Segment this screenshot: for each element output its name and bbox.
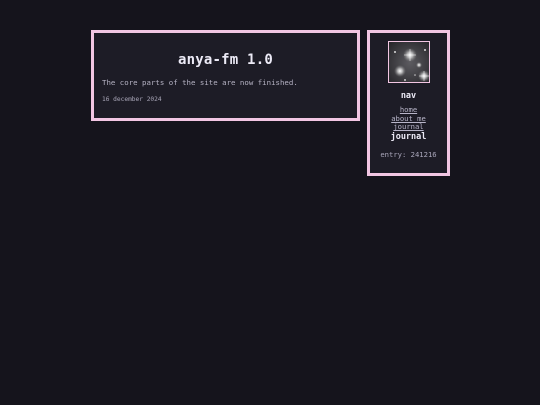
nav-heading: nav: [400, 91, 417, 101]
post-body: The core parts of the site are now finis…: [102, 78, 298, 87]
starfield-image-icon: [389, 42, 429, 82]
entry-id: entry: 241216: [380, 150, 437, 159]
nav-link-journal[interactable]: journal: [370, 123, 447, 131]
post-title: anya-fm 1.0: [178, 52, 273, 68]
avatar: [388, 41, 430, 83]
post-date: 16 december 2024: [102, 96, 162, 103]
post-card: anya-fm 1.0 The core parts of the site a…: [91, 30, 360, 121]
sidebar: nav home about me journal journal entry:…: [367, 30, 450, 176]
section-heading: journal: [390, 132, 427, 142]
nav-link-home[interactable]: home: [370, 106, 447, 114]
